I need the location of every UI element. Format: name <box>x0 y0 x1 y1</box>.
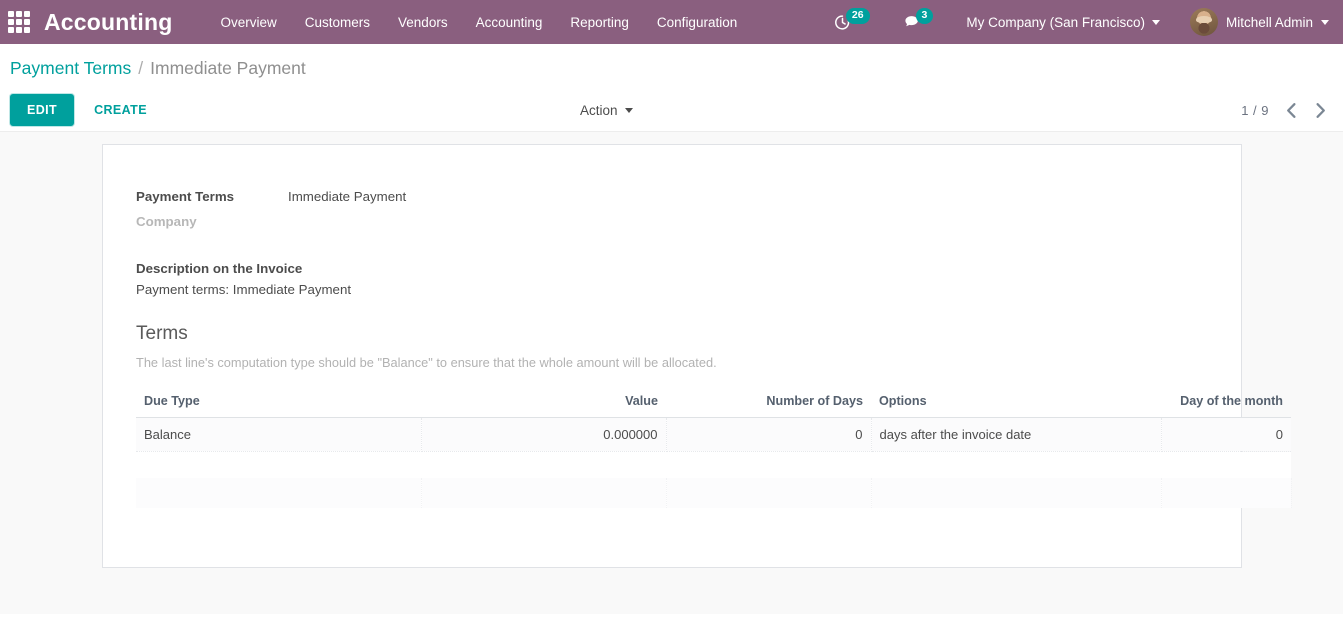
field-label-payment-terms: Payment Terms <box>136 189 235 204</box>
chevron-down-icon <box>1321 19 1329 25</box>
empty-cell-value[interactable] <box>421 477 667 508</box>
table-row[interactable]: Balance 0.000000 0 days after the invoic… <box>136 417 1291 452</box>
breadcrumb-current: Immediate Payment <box>150 58 306 78</box>
table-spacer-row <box>136 451 1291 478</box>
activity-count-badge: 26 <box>845 8 870 24</box>
top-navbar: Accounting Overview Customers Vendors Ac… <box>0 0 1343 44</box>
messages-menu-button[interactable]: 3 <box>903 8 939 31</box>
pager-next-button[interactable] <box>1314 102 1327 119</box>
control-panel: EDIT CREATE Action 1 / 9 <box>0 89 1343 131</box>
pager-previous-button[interactable] <box>1285 102 1298 119</box>
table-header-row: Due Type Value Number of Days Options Da… <box>136 394 1291 418</box>
column-header-day-of-the-month[interactable]: Day of the month <box>1161 394 1291 418</box>
spacer-cell <box>1161 451 1291 478</box>
description-block: Description on the Invoice Payment terms… <box>136 261 1207 297</box>
spacer-cell <box>666 451 871 478</box>
field-label-company: Company <box>136 214 197 229</box>
menu-item-configuration[interactable]: Configuration <box>657 11 737 34</box>
app-brand-title[interactable]: Accounting <box>44 9 173 36</box>
table-empty-row[interactable] <box>136 477 1292 508</box>
breadcrumb-root-link[interactable]: Payment Terms <box>10 58 131 79</box>
menu-item-reporting[interactable]: Reporting <box>570 11 629 34</box>
terms-hint-text: The last line's computation type should … <box>136 355 717 370</box>
activity-menu-button[interactable]: 26 <box>834 8 875 31</box>
empty-cell-due-type[interactable] <box>136 477 422 508</box>
cell-day-of-the-month[interactable]: 0 <box>1161 417 1291 452</box>
user-name-label: Mitchell Admin <box>1225 14 1313 30</box>
empty-cell-number-of-days[interactable] <box>666 477 872 508</box>
record-pager: 1 / 9 <box>1241 102 1327 119</box>
navbar-right-section: 26 3 My Company (San Francisco) Mitchell… <box>834 8 1329 36</box>
spacer-cell <box>136 451 421 478</box>
menu-item-overview[interactable]: Overview <box>221 11 277 34</box>
spacer-cell <box>421 451 666 478</box>
terms-table-header: Due Type Value Number of Days Options Da… <box>136 394 1291 418</box>
breadcrumb-separator: / <box>138 58 144 78</box>
user-menu[interactable]: Mitchell Admin <box>1189 8 1329 36</box>
column-header-due-type[interactable]: Due Type <box>136 394 421 418</box>
action-dropdown-label: Action <box>580 102 618 118</box>
menu-item-customers[interactable]: Customers <box>305 11 370 34</box>
chevron-left-icon <box>1287 102 1296 118</box>
terms-table: Due Type Value Number of Days Options Da… <box>136 394 1292 508</box>
cell-value[interactable]: 0.000000 <box>421 417 667 452</box>
apps-grid-icon[interactable] <box>6 9 32 35</box>
column-header-value[interactable]: Value <box>421 394 666 418</box>
main-menu: Overview Customers Vendors Accounting Re… <box>221 11 738 34</box>
column-header-number-of-days[interactable]: Number of Days <box>666 394 871 418</box>
edit-button[interactable]: EDIT <box>10 94 75 126</box>
chevron-right-icon <box>1316 102 1325 118</box>
menu-item-accounting[interactable]: Accounting <box>476 11 543 34</box>
user-avatar <box>1189 8 1218 36</box>
pager-count-label[interactable]: 1 / 9 <box>1241 103 1269 118</box>
field-value-payment-terms[interactable]: Immediate Payment <box>288 189 406 204</box>
field-company: Company <box>136 214 1207 229</box>
cell-options[interactable]: days after the invoice date <box>871 417 1162 452</box>
content-area: Payment Terms Immediate Payment Company … <box>0 131 1343 614</box>
chevron-down-icon <box>624 107 633 113</box>
breadcrumb: Payment Terms / Immediate Payment <box>0 44 1343 89</box>
column-header-options[interactable]: Options <box>871 394 1161 418</box>
empty-cell-day-of-the-month[interactable] <box>1161 477 1292 508</box>
empty-cell-options[interactable] <box>871 477 1162 508</box>
company-name-label: My Company (San Francisco) <box>966 14 1145 30</box>
menu-item-vendors[interactable]: Vendors <box>398 11 448 34</box>
terms-table-body: Balance 0.000000 0 days after the invoic… <box>136 417 1292 508</box>
chevron-down-icon <box>1151 19 1160 25</box>
cell-number-of-days[interactable]: 0 <box>666 417 872 452</box>
field-payment-terms: Payment Terms Immediate Payment <box>136 189 1207 204</box>
terms-section-title: Terms <box>136 323 188 344</box>
messages-count-badge: 3 <box>915 8 934 24</box>
company-selector[interactable]: My Company (San Francisco) <box>966 15 1160 30</box>
create-button[interactable]: CREATE <box>80 95 161 125</box>
action-dropdown[interactable]: Action <box>580 103 633 118</box>
payment-term-form: Payment Terms Immediate Payment Company … <box>102 144 1292 568</box>
cell-due-type[interactable]: Balance <box>136 417 422 452</box>
description-label: Description on the Invoice <box>136 261 303 276</box>
spacer-cell <box>871 451 1161 478</box>
description-value[interactable]: Payment terms: Immediate Payment <box>136 282 1207 297</box>
